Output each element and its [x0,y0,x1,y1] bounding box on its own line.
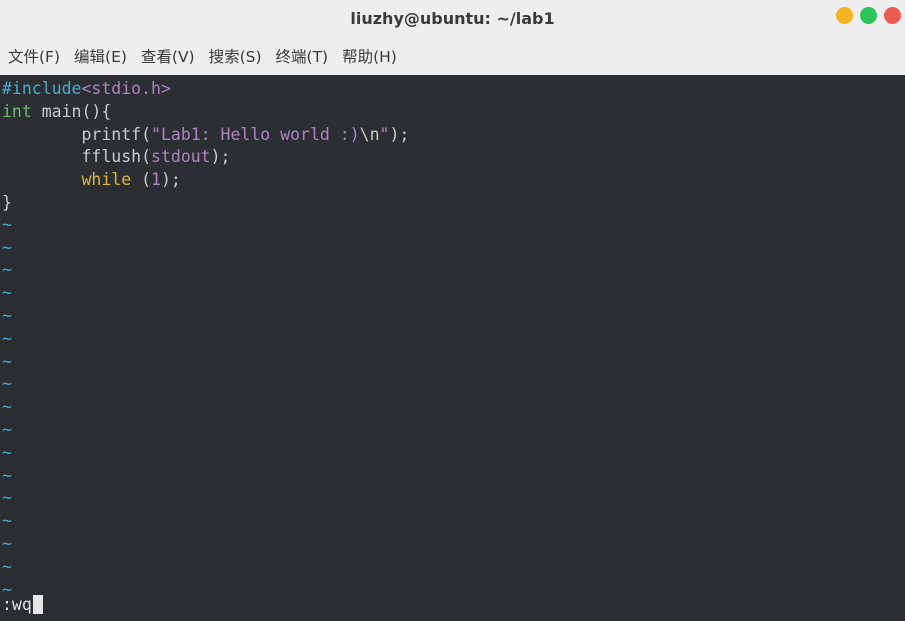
empty-line-tilde: ~ [2,306,12,325]
code-line: } [2,192,409,215]
command-text: :wq [2,595,32,614]
code-token: "Lab1: Hello world :) [151,124,360,144]
code-token: ); [210,147,231,167]
code-token: int [2,101,32,121]
menu-view[interactable]: 查看(V) [141,45,195,67]
code-line: fflush(stdout); [2,146,409,169]
code-token: 1 [151,170,161,190]
empty-line-tilde: ~ [2,283,12,303]
empty-line-tilde: ~ [2,374,12,394]
empty-line-tilde: ~ [2,214,12,234]
empty-line-tilde: ~ [2,488,12,508]
code-token: <stdio.h> [81,79,171,98]
empty-line-tilde: ~ [2,237,12,257]
empty-line-tilde: ~ [2,351,12,371]
terminal-area[interactable]: #include<stdio.h> int main(){ printf("Lab… [0,75,905,621]
code-token: #include [2,79,82,98]
empty-line-tilde: ~ [2,534,12,553]
maximize-button[interactable] [860,7,877,24]
window-controls [836,7,901,24]
code-token: ); [160,170,181,190]
code-token: main(){ [31,101,112,121]
title-bar[interactable]: liuzhy@ubuntu: ~/lab1 [0,0,905,36]
menu-edit[interactable]: 编辑(E) [74,45,127,67]
menu-bar: 文件(F) 编辑(E) 查看(V) 搜索(S) 终端(T) 帮助(H) [0,36,905,75]
terminal-window: liuzhy@ubuntu: ~/lab1 文件(F) 编辑(E) 查看(V) … [0,0,905,621]
code-token: " [379,124,390,144]
menu-help[interactable]: 帮助(H) [342,45,397,67]
code-buffer[interactable]: #include<stdio.h> int main(){ printf("Lab… [2,78,409,215]
code-token: printf( [2,124,152,144]
code-token: ); [389,124,410,144]
code-line: int main(){ [2,101,409,124]
menu-search[interactable]: 搜索(S) [209,45,262,67]
window-title: liuzhy@ubuntu: ~/lab1 [350,8,555,28]
command-line[interactable]: :wq [2,595,43,614]
text-cursor [32,595,43,614]
code-line: printf("Lab1: Hello world :)\n"); [2,124,409,147]
close-button[interactable] [884,7,901,24]
empty-line-tilde: ~ [2,442,12,462]
code-line: while (1); [2,169,409,192]
empty-line-tilde: ~ [2,260,12,280]
empty-line-tilde: ~ [2,465,12,485]
code-token: stdout [151,147,211,167]
empty-line-tilde: ~ [2,420,12,439]
empty-line-tilde: ~ [2,511,12,531]
code-token: while [81,170,132,190]
code-line: #include<stdio.h> [2,78,409,101]
menu-file[interactable]: 文件(F) [8,45,60,67]
empty-line-tilde: ~ [2,397,12,417]
code-token: } [2,192,12,212]
code-token: \n [359,124,380,144]
menu-terminal[interactable]: 终端(T) [276,45,329,67]
empty-line-tilde: ~ [2,328,12,348]
empty-line-tilde: ~ [2,556,12,576]
code-token: ( [131,170,152,190]
minimize-button[interactable] [836,7,853,24]
code-token: fflush( [2,147,152,167]
